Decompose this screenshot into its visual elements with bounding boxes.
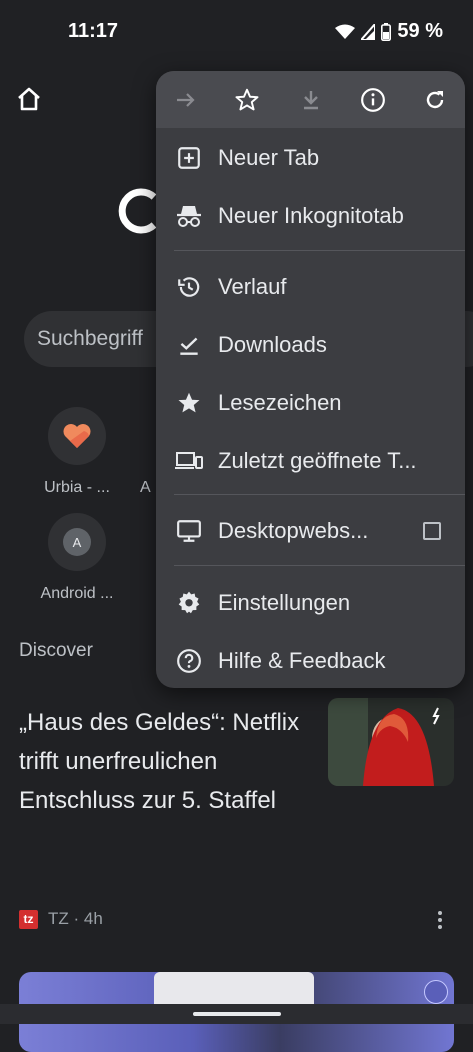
menu-item-bookmarks[interactable]: Lesezeichen	[156, 377, 465, 429]
recent-tabs-icon	[175, 447, 203, 475]
status-icons: 59 %	[335, 20, 443, 43]
shortcut-label: Urbia - ...	[44, 479, 110, 496]
home-button[interactable]	[14, 84, 44, 114]
menu-item-label: Hilfe & Feedback	[218, 648, 386, 673]
shortcut-letter: A	[63, 528, 91, 556]
help-icon	[175, 647, 203, 675]
discover-heading: Discover	[19, 640, 93, 661]
menu-item-new-tab[interactable]: Neuer Tab	[156, 132, 465, 184]
more-vert-icon[interactable]	[430, 908, 450, 932]
shortcut-tile-android[interactable]: A Android ...	[32, 513, 122, 603]
menu-item-help-feedback[interactable]: Hilfe & Feedback	[156, 635, 465, 687]
menu-item-new-incognito-tab[interactable]: Neuer Inkognitotab	[156, 190, 465, 242]
download-icon	[304, 91, 318, 110]
info-icon	[361, 88, 385, 112]
menu-item-label: Desktopwebs...	[218, 518, 369, 543]
status-time: 11:17	[68, 20, 119, 42]
article-headline[interactable]: „Haus des Geldes“: Netflix trifft unerfr…	[19, 703, 319, 820]
bookmark-button[interactable]	[232, 85, 262, 115]
download-page-button[interactable]	[296, 85, 326, 115]
menu-item-label: Zuletzt geöffnete T...	[218, 448, 417, 473]
wifi-icon	[335, 24, 356, 39]
menu-item-label: Verlauf	[218, 274, 287, 299]
menu-divider	[174, 250, 465, 251]
gesture-pill[interactable]	[193, 1012, 281, 1016]
bookmarks-star-icon	[175, 389, 203, 417]
overflow-menu: Neuer Tab Neuer Inkognitotab Verlauf Dow…	[156, 71, 465, 688]
menu-item-desktop-site[interactable]: Desktopwebs...	[156, 505, 465, 557]
menu-item-recent-tabs[interactable]: Zuletzt geöffnete T...	[156, 435, 465, 487]
reload-icon	[426, 91, 444, 109]
menu-item-settings[interactable]: Einstellungen	[156, 577, 465, 629]
forward-icon	[177, 93, 195, 107]
flash-icon	[424, 980, 448, 1004]
menu-item-label: Neuer Inkognitotab	[218, 203, 404, 228]
android-letter-icon: A	[48, 513, 106, 571]
tz-logo-icon: tz	[19, 909, 38, 929]
menu-item-downloads[interactable]: Downloads	[156, 319, 465, 371]
desktop-icon	[175, 517, 203, 545]
menu-item-label: Einstellungen	[218, 590, 351, 615]
shortcut-tile-urbia[interactable]: Urbia - ...	[32, 407, 122, 497]
menu-item-history[interactable]: Verlauf	[156, 261, 465, 313]
incognito-icon	[175, 202, 203, 230]
article-thumbnail[interactable]	[328, 698, 454, 786]
home-icon	[18, 87, 40, 111]
urbia-heart-icon	[48, 407, 106, 465]
menu-item-label: Neuer Tab	[218, 145, 320, 170]
menu-item-label: Downloads	[218, 332, 327, 357]
history-icon	[175, 273, 203, 301]
downloads-check-icon	[175, 331, 203, 359]
article-source: tz TZ · 4h	[19, 909, 103, 929]
desktop-site-checkbox[interactable]	[423, 522, 441, 540]
page-info-button[interactable]	[358, 85, 388, 115]
bookmark-star-icon	[235, 88, 259, 111]
menu-item-label: Lesezeichen	[218, 390, 342, 415]
search-placeholder: Suchbegriff	[37, 327, 143, 350]
settings-gear-icon	[175, 589, 203, 617]
new-tab-icon	[175, 144, 203, 172]
source-meta: TZ · 4h	[48, 909, 103, 928]
forward-button[interactable]	[171, 85, 201, 115]
cell-signal-icon	[361, 23, 376, 40]
menu-divider	[174, 565, 465, 566]
menu-divider	[174, 494, 465, 495]
battery-icon	[381, 22, 392, 41]
menu-toolbar	[156, 71, 465, 128]
shortcut-label: Android ...	[40, 585, 114, 602]
reload-button[interactable]	[420, 85, 450, 115]
battery-percent: 59 %	[397, 20, 443, 42]
